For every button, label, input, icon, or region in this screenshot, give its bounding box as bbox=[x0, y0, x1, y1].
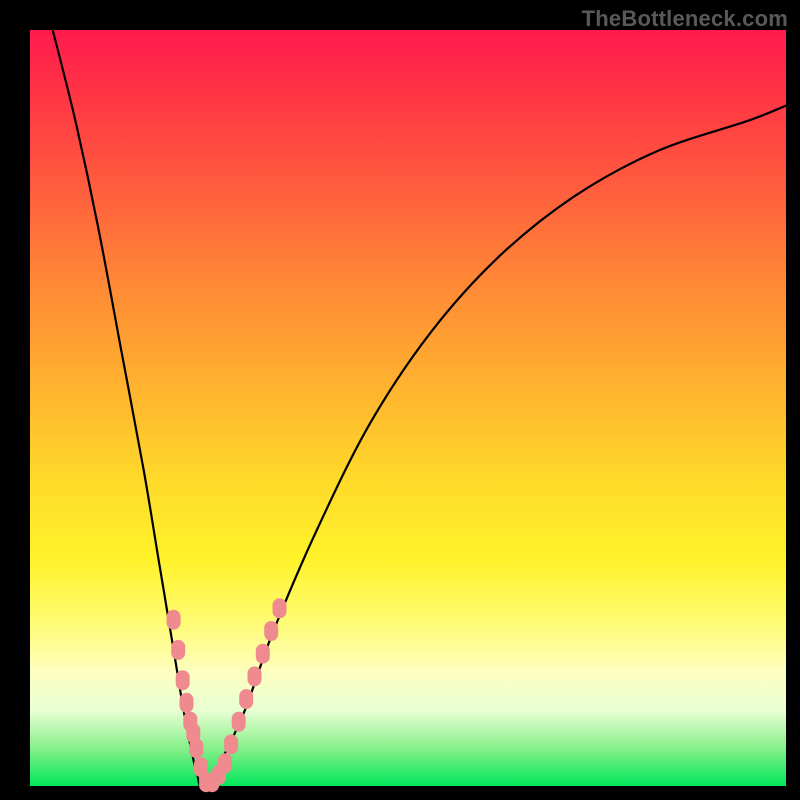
marker-left-cluster bbox=[176, 670, 190, 690]
marker-left-cluster bbox=[180, 693, 194, 713]
marker-right-cluster bbox=[264, 621, 278, 641]
marker-left-cluster bbox=[171, 640, 185, 660]
marker-right-cluster bbox=[248, 666, 262, 686]
marker-right-cluster bbox=[224, 734, 238, 754]
watermark-text: TheBottleneck.com bbox=[582, 6, 788, 32]
chart-svg bbox=[30, 30, 786, 786]
marker-right-cluster bbox=[232, 712, 246, 732]
marker-left-cluster bbox=[167, 610, 181, 630]
frame: TheBottleneck.com bbox=[0, 0, 800, 800]
bottleneck-curve bbox=[53, 30, 786, 789]
marker-left-cluster bbox=[189, 738, 203, 758]
marker-right-cluster bbox=[239, 689, 253, 709]
marker-right-cluster bbox=[273, 598, 287, 618]
data-markers bbox=[167, 598, 287, 792]
marker-bottom bbox=[218, 753, 232, 773]
marker-right-cluster bbox=[256, 644, 270, 664]
